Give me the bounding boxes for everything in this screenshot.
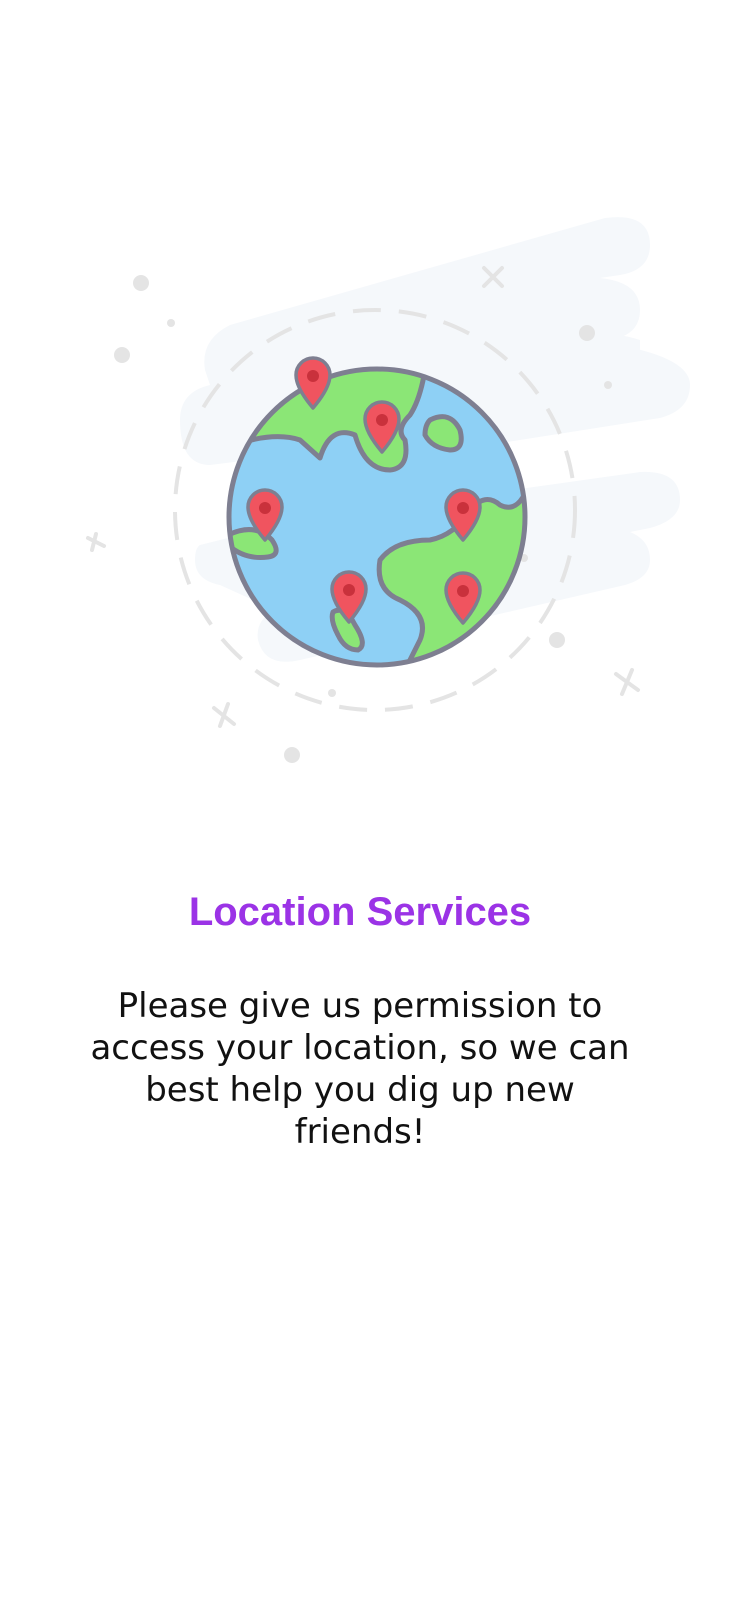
- permission-message: Please give us permission to access your…: [90, 986, 630, 1152]
- location-illustration: [86, 217, 690, 763]
- location-permission-screen: Location Services Please give us permiss…: [0, 0, 750, 1624]
- page-title: Location Services: [188, 890, 532, 934]
